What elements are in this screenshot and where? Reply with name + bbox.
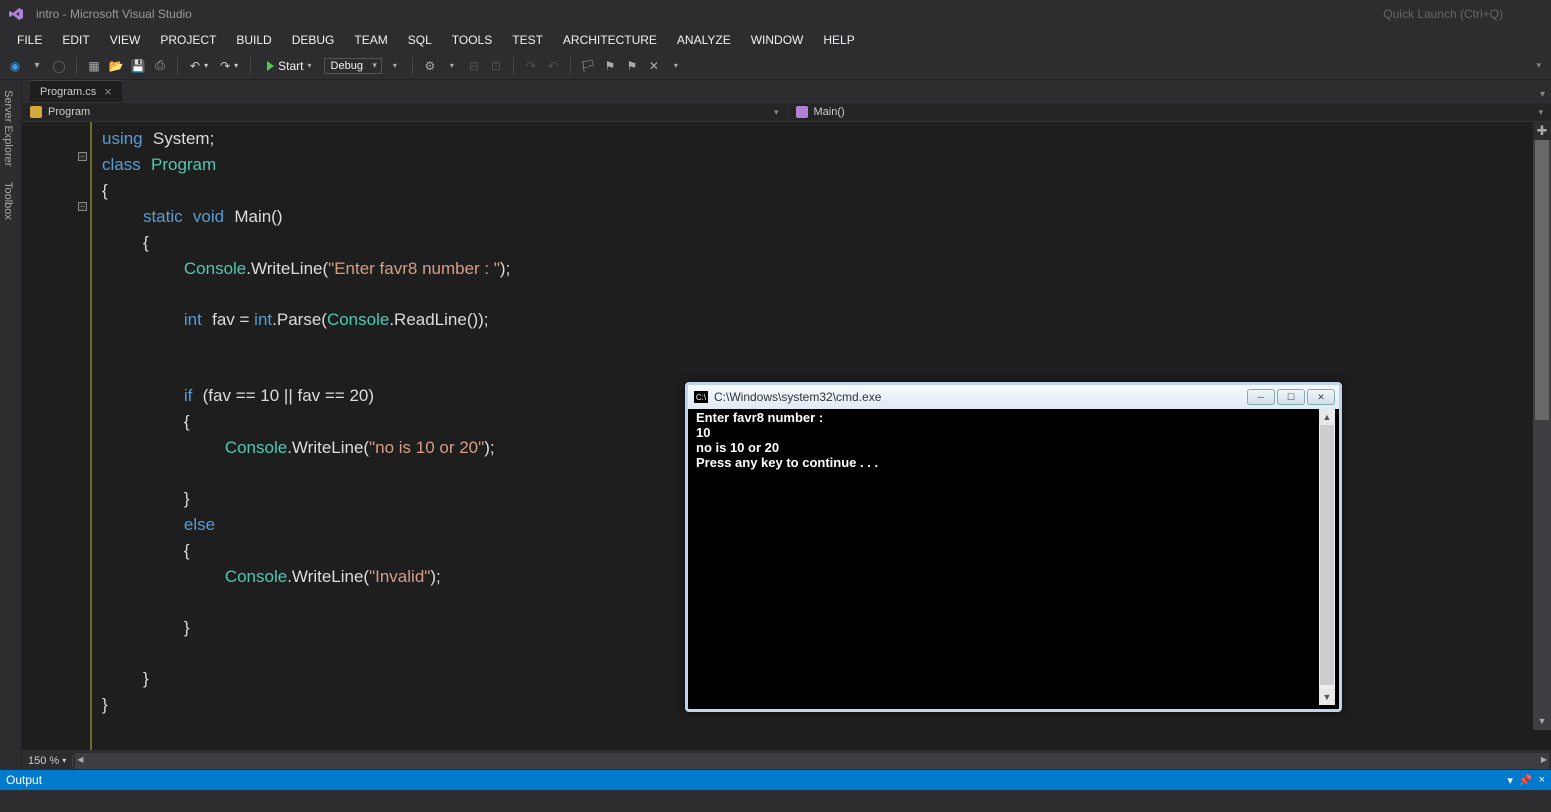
horizontal-scrollbar[interactable] <box>75 753 1549 769</box>
output-label: Output <box>6 773 42 787</box>
menu-item-debug[interactable]: DEBUG <box>283 31 344 49</box>
title-bar: intro - Microsoft Visual Studio Quick La… <box>0 0 1551 28</box>
output-tools: ▾ 📌 × <box>1507 774 1545 787</box>
start-button[interactable]: Start ▾ <box>259 59 319 73</box>
window-title: intro - Microsoft Visual Studio <box>36 7 192 21</box>
menu-item-project[interactable]: PROJECT <box>151 31 225 49</box>
zoom-label: 150 % <box>28 755 59 767</box>
menu-item-view[interactable]: VIEW <box>101 31 150 49</box>
scroll-down-icon[interactable]: ▼ <box>1533 712 1551 730</box>
panel-dropdown-icon[interactable]: ▾ <box>1507 774 1513 787</box>
side-tab-well: Server ExplorerToolbox <box>0 80 22 770</box>
comment-icon[interactable]: ⊟ <box>465 57 483 75</box>
menu-item-build[interactable]: BUILD <box>227 31 280 49</box>
split-icon[interactable]: ✚ <box>1533 122 1551 140</box>
zoom-dropdown[interactable]: 150 % ▾ <box>22 755 73 767</box>
separator <box>570 57 571 75</box>
vertical-scrollbar[interactable]: ▲ ▼ <box>1533 122 1551 730</box>
separator <box>412 57 413 75</box>
output-panel-header[interactable]: Output ▾ 📌 × <box>0 770 1551 790</box>
menu-bar: FILEEDITVIEWPROJECTBUILDDEBUGTEAMSQLTOOL… <box>0 28 1551 52</box>
tool-drop-icon[interactable]: ▾ <box>443 57 461 75</box>
close-icon[interactable]: × <box>104 84 112 99</box>
menu-item-analyze[interactable]: ANALYZE <box>668 31 740 49</box>
method-icon <box>796 106 808 118</box>
cmd-scrollbar[interactable]: ▲ ▼ <box>1319 409 1335 705</box>
menu-item-sql[interactable]: SQL <box>399 31 441 49</box>
cmd-title-text: C:\Windows\system32\cmd.exe <box>714 390 881 404</box>
editor-footer: 150 % ▾ <box>22 750 1551 770</box>
panel-close-icon[interactable]: × <box>1539 774 1545 787</box>
separator <box>177 57 178 75</box>
bookmark2-icon[interactable]: ⚑ <box>601 57 619 75</box>
separator <box>513 57 514 75</box>
scrollbar-thumb[interactable] <box>1320 425 1334 685</box>
nav-back-icon[interactable]: ◉ <box>6 57 24 75</box>
uncomment-icon[interactable]: ⊡ <box>487 57 505 75</box>
config-dropdown[interactable]: Debug <box>324 58 382 74</box>
menu-item-help[interactable]: HELP <box>814 31 863 49</box>
menu-item-team[interactable]: TEAM <box>345 31 396 49</box>
cmd-minimize-button[interactable]: ─ <box>1247 389 1275 405</box>
save-all-icon[interactable]: ⎙ <box>151 57 169 75</box>
toolbar-expand-icon[interactable]: ▾ <box>1536 60 1545 71</box>
panel-pin-icon[interactable]: 📌 <box>1519 774 1533 787</box>
file-tab-label: Program.cs <box>40 86 96 98</box>
scroll-down-icon[interactable]: ▼ <box>1319 689 1335 705</box>
tool-icon[interactable]: ⚙ <box>421 57 439 75</box>
nav-scope-label: Program <box>48 106 90 118</box>
quick-launch-field[interactable]: Quick Launch (Ctrl+Q) <box>1383 7 1543 21</box>
open-icon[interactable]: 📂 <box>107 57 125 75</box>
nav-scope-dropdown[interactable]: Program <box>22 106 787 118</box>
fold-toggle-icon[interactable]: − <box>78 152 87 161</box>
step2-icon[interactable]: ↶ <box>544 57 562 75</box>
nav-member-dropdown[interactable]: Main() <box>787 106 1551 118</box>
menu-item-file[interactable]: FILE <box>8 31 51 49</box>
scrollbar-thumb[interactable] <box>1535 140 1549 420</box>
menu-item-architecture[interactable]: ARCHITECTURE <box>554 31 666 49</box>
fold-toggle-icon[interactable]: − <box>78 202 87 211</box>
toolbar-overflow-icon[interactable]: ▾ <box>667 57 685 75</box>
menu-item-window[interactable]: WINDOW <box>742 31 813 49</box>
cmd-title-bar[interactable]: C:\ C:\Windows\system32\cmd.exe ─ ☐ ✕ <box>688 385 1339 409</box>
editor-gutter: − − <box>22 122 92 750</box>
separator <box>250 57 251 75</box>
cmd-icon: C:\ <box>694 391 708 403</box>
save-icon[interactable]: 💾 <box>129 57 147 75</box>
cmd-window[interactable]: C:\ C:\Windows\system32\cmd.exe ─ ☐ ✕ En… <box>685 382 1342 712</box>
tab-overflow-icon[interactable]: ▾ <box>1534 87 1551 102</box>
menu-item-test[interactable]: TEST <box>503 31 552 49</box>
separator <box>76 57 77 75</box>
nav-fwd2-icon[interactable]: ◯ <box>50 57 68 75</box>
cmd-output[interactable]: Enter favr8 number : 10 no is 10 or 20 P… <box>692 409 1335 705</box>
vs-logo-icon <box>8 6 24 22</box>
config-drop-icon[interactable]: ▾ <box>386 57 404 75</box>
scroll-up-icon[interactable]: ▲ <box>1319 409 1335 425</box>
bookmark4-icon[interactable]: ✕ <box>645 57 663 75</box>
nav-member-label: Main() <box>814 106 845 118</box>
undo-button[interactable]: ↶ ▾ <box>186 59 212 73</box>
side-tab-server-explorer[interactable]: Server Explorer <box>0 82 21 174</box>
start-label: Start <box>278 59 303 73</box>
side-tab-toolbox[interactable]: Toolbox <box>0 174 21 228</box>
toolbar: ◉ ▾ ◯ ▦ 📂 💾 ⎙ ↶ ▾ ↷ ▾ Start ▾ Debug ▾ ⚙ … <box>0 52 1551 80</box>
file-tab-strip: Program.cs × ▾ <box>22 80 1551 102</box>
nav-bar: Program Main() <box>22 102 1551 122</box>
status-bar <box>0 790 1551 812</box>
nav-fwd-icon[interactable]: ▾ <box>28 57 46 75</box>
play-icon <box>267 61 274 71</box>
redo-button[interactable]: ↷ ▾ <box>216 59 242 73</box>
menu-item-edit[interactable]: EDIT <box>53 31 98 49</box>
step-icon[interactable]: ↷ <box>522 57 540 75</box>
file-tab-active[interactable]: Program.cs × <box>30 80 122 102</box>
bookmark3-icon[interactable]: ⚑ <box>623 57 641 75</box>
cmd-close-button[interactable]: ✕ <box>1307 389 1335 405</box>
bookmark-icon[interactable]: 🏳 <box>579 57 597 75</box>
cmd-maximize-button[interactable]: ☐ <box>1277 389 1305 405</box>
class-icon <box>30 106 42 118</box>
new-project-icon[interactable]: ▦ <box>85 57 103 75</box>
menu-item-tools[interactable]: TOOLS <box>443 31 501 49</box>
